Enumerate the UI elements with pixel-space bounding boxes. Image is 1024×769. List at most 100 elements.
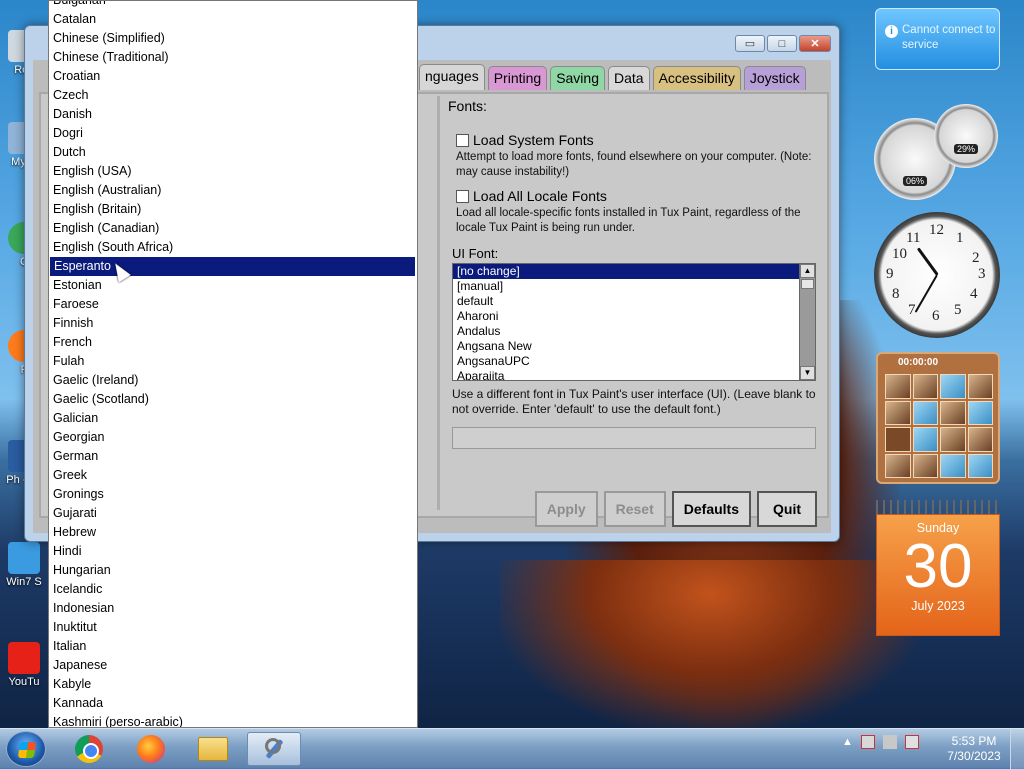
puzzle-tile[interactable] — [967, 453, 993, 478]
language-option[interactable]: Georgian — [49, 428, 417, 447]
language-option[interactable]: Hebrew — [49, 523, 417, 542]
ui-font-option[interactable]: [manual] — [453, 279, 815, 294]
puzzle-tile[interactable] — [967, 374, 993, 399]
tab-accessibility[interactable]: Accessibility — [652, 66, 741, 90]
tab-saving[interactable]: Saving — [550, 66, 605, 90]
language-option[interactable]: Faroese — [49, 295, 417, 314]
language-option[interactable]: Gaelic (Scotland) — [49, 390, 417, 409]
language-option[interactable]: French — [49, 333, 417, 352]
language-dropdown-list[interactable]: Bulgarian Catalan Chinese (Simplified) Chin… — [48, 0, 418, 728]
language-option[interactable]: Kashmiri (perso-arabic) — [49, 713, 417, 727]
puzzle-tile[interactable] — [967, 427, 993, 452]
ui-font-option[interactable]: Aparajita — [453, 369, 815, 380]
load-system-fonts-label[interactable]: Load System Fonts — [473, 132, 594, 148]
load-system-fonts-row[interactable]: Load System Fonts — [456, 132, 825, 148]
language-option[interactable]: Esperanto — [50, 257, 415, 276]
puzzle-tile[interactable] — [940, 400, 966, 425]
language-option[interactable]: Danish — [49, 105, 417, 124]
puzzle-tile[interactable] — [912, 374, 938, 399]
minimize-button[interactable]: ▭ — [735, 35, 765, 52]
apply-button[interactable]: Apply — [534, 491, 598, 527]
scroll-up-arrow-icon[interactable]: ▲ — [800, 264, 815, 278]
language-option[interactable]: Kabyle — [49, 675, 417, 694]
youtube-shortcut-icon[interactable]: YouTu — [2, 642, 46, 688]
close-button[interactable]: ✕ — [799, 35, 831, 52]
puzzle-tile[interactable] — [940, 427, 966, 452]
language-option[interactable]: Dutch — [49, 143, 417, 162]
language-option[interactable]: Kannada — [49, 694, 417, 713]
scroll-thumb[interactable] — [801, 279, 814, 289]
language-option[interactable]: Japanese — [49, 656, 417, 675]
language-option[interactable]: German — [49, 447, 417, 466]
language-option[interactable]: Chinese (Simplified) — [49, 29, 417, 48]
load-system-fonts-checkbox[interactable] — [456, 133, 469, 147]
tab-joystick[interactable]: Joystick — [743, 66, 806, 90]
defaults-button[interactable]: Defaults — [671, 491, 751, 527]
puzzle-tile[interactable] — [912, 453, 938, 478]
tray-expand-icon[interactable]: ▲ — [842, 736, 853, 748]
language-option[interactable]: Croatian — [49, 67, 417, 86]
ui-font-input[interactable] — [452, 427, 816, 449]
load-locale-fonts-row[interactable]: Load All Locale Fonts — [456, 188, 825, 204]
taskbar-clock[interactable]: 5:53 PM 7/30/2023 — [942, 734, 1006, 764]
show-desktop-button[interactable] — [1010, 729, 1024, 769]
ui-font-option[interactable]: [no change] — [453, 264, 815, 279]
taskbar-chrome[interactable] — [62, 732, 116, 766]
puzzle-grid[interactable] — [885, 374, 993, 478]
language-option[interactable]: Gronings — [49, 485, 417, 504]
language-option[interactable]: Catalan — [49, 10, 417, 29]
taskbar-firefox[interactable] — [124, 732, 178, 766]
start-button[interactable] — [6, 731, 46, 767]
scroll-down-arrow-icon[interactable]: ▼ — [800, 366, 815, 380]
puzzle-tile[interactable] — [885, 374, 911, 399]
notification-gadget[interactable]: i Cannot connect to service — [875, 8, 1000, 70]
reset-button[interactable]: Reset — [603, 491, 666, 527]
language-option[interactable]: Icelandic — [49, 580, 417, 599]
ui-font-option[interactable]: Aharoni — [453, 309, 815, 324]
language-option[interactable]: Greek — [49, 466, 417, 485]
load-locale-fonts-label[interactable]: Load All Locale Fonts — [473, 188, 607, 204]
language-option[interactable]: Italian — [49, 637, 417, 656]
language-option[interactable]: English (USA) — [49, 162, 417, 181]
ui-font-scrollbar[interactable]: ▲ ▼ — [799, 264, 815, 380]
language-option[interactable]: English (South Africa) — [49, 238, 417, 257]
ui-font-listbox[interactable]: [no change] [manual] default Aharoni Andalus… — [452, 263, 816, 381]
ui-font-option[interactable]: Angsana New — [453, 339, 815, 354]
puzzle-tile[interactable] — [885, 453, 911, 478]
language-option[interactable]: English (Canadian) — [49, 219, 417, 238]
puzzle-tile[interactable] — [940, 374, 966, 399]
taskbar-file-explorer[interactable] — [186, 732, 240, 766]
language-option[interactable]: Gaelic (Ireland) — [49, 371, 417, 390]
puzzle-tile[interactable] — [967, 400, 993, 425]
puzzle-tile[interactable] — [912, 400, 938, 425]
language-option[interactable]: Finnish — [49, 314, 417, 333]
language-option[interactable]: Czech — [49, 86, 417, 105]
language-option[interactable]: Indonesian — [49, 599, 417, 618]
language-option[interactable]: Chinese (Traditional) — [49, 48, 417, 67]
ui-font-option[interactable]: AngsanaUPC — [453, 354, 815, 369]
puzzle-tile[interactable] — [885, 400, 911, 425]
language-option[interactable]: Fulah — [49, 352, 417, 371]
network-icon[interactable] — [882, 735, 897, 749]
picture-puzzle-gadget[interactable]: 00:00:00 — [876, 352, 1000, 484]
ui-font-option[interactable]: Andalus — [453, 324, 815, 339]
tab-data[interactable]: Data — [608, 66, 650, 90]
language-option[interactable]: Estonian — [49, 276, 417, 295]
puzzle-tile[interactable] — [940, 453, 966, 478]
load-locale-fonts-checkbox[interactable] — [456, 189, 469, 203]
language-option[interactable]: Inuktitut — [49, 618, 417, 637]
action-center-icon[interactable] — [860, 735, 875, 749]
language-option[interactable]: English (Australian) — [49, 181, 417, 200]
volume-icon[interactable] — [904, 735, 919, 749]
language-option[interactable]: Dogri — [49, 124, 417, 143]
language-option[interactable]: Hindi — [49, 542, 417, 561]
language-option[interactable]: Bulgarian — [49, 1, 417, 10]
language-option[interactable]: English (Britain) — [49, 200, 417, 219]
quit-button[interactable]: Quit — [757, 491, 817, 527]
win7-shortcut-icon[interactable]: Win7 S — [2, 542, 46, 588]
tab-printing[interactable]: Printing — [487, 66, 548, 90]
puzzle-tile[interactable] — [912, 427, 938, 452]
language-option[interactable]: Hungarian — [49, 561, 417, 580]
language-option[interactable]: Galician — [49, 409, 417, 428]
tab-languages[interactable]: nguages — [419, 64, 485, 90]
